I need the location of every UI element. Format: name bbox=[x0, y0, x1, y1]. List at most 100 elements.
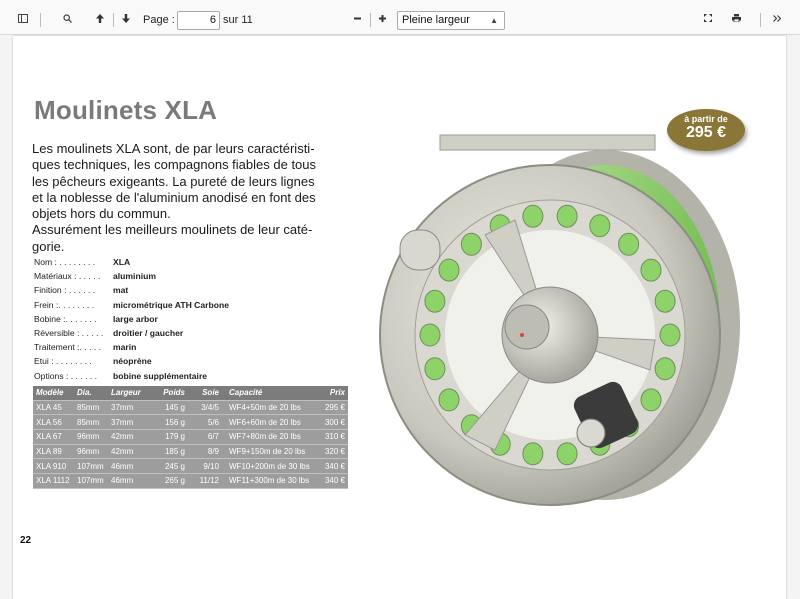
arrow-down-icon bbox=[122, 13, 130, 23]
table-cell: XLA 56 bbox=[36, 417, 62, 427]
search-button[interactable] bbox=[60, 9, 74, 27]
print-button[interactable] bbox=[729, 9, 743, 27]
reel-port-hole bbox=[589, 214, 611, 238]
table-cell: XLA 1112 bbox=[36, 476, 70, 486]
table-cell: 37mm bbox=[111, 417, 134, 427]
reel-port-hole bbox=[618, 232, 640, 256]
spec-row: Nom : . . . . . . . . XLA bbox=[34, 255, 229, 269]
reel-handle-cap bbox=[576, 418, 606, 448]
table-cell: 5/6 bbox=[207, 417, 219, 427]
page-label: Page : bbox=[143, 14, 175, 26]
table-cell: XLA 67 bbox=[36, 432, 62, 442]
presentation-mode-button[interactable] bbox=[701, 9, 715, 27]
reel-port-hole bbox=[556, 204, 578, 228]
table-cell: 8/9 bbox=[207, 447, 219, 457]
spec-value: marin bbox=[113, 342, 137, 353]
minus-icon bbox=[353, 17, 361, 19]
reel-drag-knob bbox=[504, 304, 550, 350]
table-cell: WF4+50m de 20 lbs bbox=[229, 403, 301, 413]
spec-row: Réversible : . . . . . droitier / gaucher bbox=[34, 326, 229, 340]
table-cell: WF11+300m de 30 lbs bbox=[229, 476, 310, 486]
table-cell: 245 g bbox=[164, 461, 185, 471]
pdf-toolbar: Page : 6 sur 11 Pleine largeur ▲ bbox=[0, 0, 800, 35]
sidebar-toggle-button[interactable] bbox=[16, 9, 30, 27]
table-cell: 310 € bbox=[324, 432, 345, 442]
reel-port-hole bbox=[640, 258, 662, 282]
table-cell: XLA 45 bbox=[36, 403, 62, 413]
reel-port-hole bbox=[654, 289, 676, 313]
reel-line-guard bbox=[399, 229, 441, 271]
table-cell: WF6+60m de 20 lbs bbox=[229, 417, 301, 427]
reel-port-hole bbox=[522, 442, 544, 466]
spec-row: Matériaux : . . . . . aluminium bbox=[34, 269, 229, 283]
spec-value: droitier / gaucher bbox=[113, 328, 184, 339]
table-cell: WF7+80m de 20 lbs bbox=[229, 432, 301, 442]
page-number: 22 bbox=[20, 535, 32, 546]
reel-port-hole bbox=[419, 323, 441, 347]
zoom-in-button[interactable] bbox=[375, 9, 389, 27]
reel-port-hole bbox=[522, 204, 544, 228]
table-cell: 340 € bbox=[324, 461, 345, 471]
table-cell: 11/12 bbox=[199, 476, 219, 486]
table-cell: 300 € bbox=[324, 417, 345, 427]
price-badge-value: 295 € bbox=[685, 124, 727, 141]
table-cell: 42mm bbox=[111, 432, 134, 442]
toolbar-divider bbox=[113, 13, 114, 27]
zoom-select-value: Pleine largeur bbox=[402, 14, 470, 26]
reel-port-hole bbox=[424, 357, 446, 381]
spec-key: Finition : . . . . . . bbox=[34, 285, 96, 296]
fly-reel-image bbox=[379, 134, 740, 506]
table-header-row: Modèle Dia. Largeur Poids Soie Capacité Prix bbox=[33, 386, 348, 401]
page-total: sur 11 bbox=[223, 14, 253, 26]
table-cell: 46mm bbox=[111, 476, 134, 486]
price-badge: à partir de 295 € bbox=[667, 109, 745, 151]
page-number-input[interactable]: 6 bbox=[177, 11, 220, 30]
table-cell: 96mm bbox=[77, 432, 100, 442]
table-cell: 107mm bbox=[77, 476, 104, 486]
table-row: XLA 1112 107mm 46mm 265 g 11/12 WF11+300m de … bbox=[33, 474, 348, 489]
print-icon bbox=[731, 14, 741, 22]
zoom-select[interactable]: Pleine largeur ▲ bbox=[397, 11, 505, 30]
table-cell: 179 g bbox=[164, 432, 185, 442]
toolbar-divider bbox=[760, 13, 761, 27]
previous-page-button[interactable] bbox=[93, 9, 107, 27]
table-cell: 96mm bbox=[77, 447, 100, 457]
table-row: XLA 45 85mm 37mm 145 g 3/4/5 WF4+50m de 20 lb… bbox=[33, 401, 348, 416]
table-header-cell: Soie bbox=[202, 388, 219, 398]
toolbar-divider bbox=[40, 13, 41, 27]
reel-red-dot bbox=[520, 333, 524, 337]
spec-value: XLA bbox=[113, 257, 131, 267]
table-cell: 42mm bbox=[111, 447, 134, 457]
table-cell: 85mm bbox=[77, 417, 100, 427]
table-header-cell: Largeur bbox=[111, 388, 141, 398]
reel-port-hole bbox=[438, 258, 460, 282]
table-row: XLA 56 85mm 37mm 156 g 5/6 WF6+60m de 20 lbs 3… bbox=[33, 415, 348, 431]
chevron-double-right-icon bbox=[773, 14, 781, 22]
table-cell: 156 g bbox=[164, 417, 185, 427]
next-page-button[interactable] bbox=[119, 9, 133, 27]
table-header-cell: Capacité bbox=[229, 388, 263, 398]
select-arrows-icon: ▲ bbox=[490, 16, 498, 25]
fullscreen-icon bbox=[704, 14, 712, 22]
spec-value: mat bbox=[113, 285, 129, 296]
arrow-up-icon bbox=[96, 13, 104, 23]
model-table: Modèle Dia. Largeur Poids Soie Capacité Prix XL… bbox=[33, 386, 348, 489]
spec-row: Traitement :. . . . . marin bbox=[34, 340, 229, 354]
table-cell: 37mm bbox=[111, 403, 134, 413]
table-row: XLA 67 96mm 42mm 179 g 6/7 WF7+80m de 20 lbs 3… bbox=[33, 430, 348, 445]
tools-menu-button[interactable] bbox=[770, 9, 784, 27]
table-header-cell: Dia. bbox=[77, 388, 92, 398]
zoom-out-button[interactable] bbox=[350, 9, 364, 27]
table-cell: 3/4/5 bbox=[201, 403, 219, 413]
table-cell: WF10+200m de 30 lbs bbox=[229, 461, 310, 471]
reel-port-hole bbox=[659, 323, 681, 347]
table-cell: XLA 89 bbox=[36, 447, 62, 457]
price-badge-label: à partir de bbox=[684, 114, 728, 124]
table-cell: 295 € bbox=[324, 403, 345, 413]
table-row: XLA 89 96mm 42mm 185 g 8/9 WF9+150m de 20 lbs… bbox=[33, 445, 348, 460]
spec-value: néoprène bbox=[113, 356, 152, 367]
spec-row: Finition : . . . . . . mat bbox=[34, 283, 229, 297]
table-cell: 145 g bbox=[164, 403, 185, 413]
table-cell: 46mm bbox=[111, 461, 134, 471]
spec-row: Frein :. . . . . . . . micrométrique ATH … bbox=[34, 298, 229, 312]
